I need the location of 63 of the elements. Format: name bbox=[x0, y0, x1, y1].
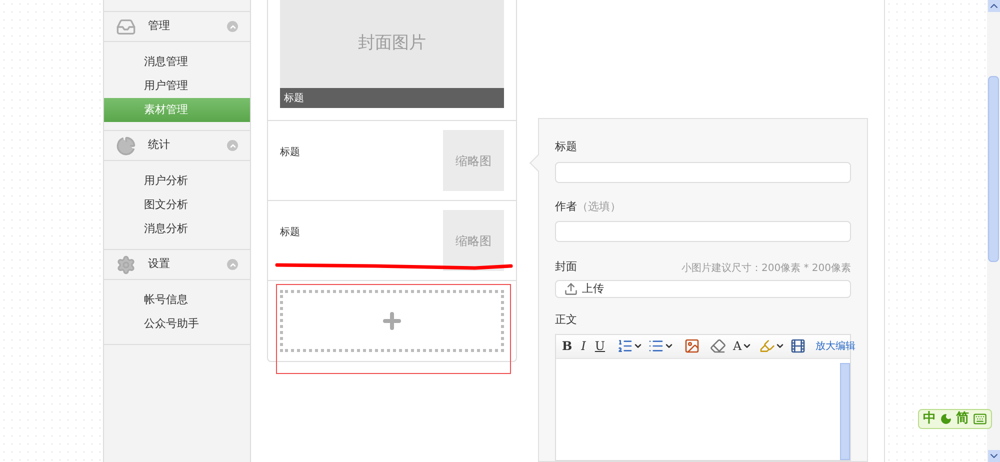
menu-item[interactable]: 用户分析 bbox=[104, 169, 250, 193]
section-title: 设置 bbox=[148, 256, 171, 272]
eraser-icon bbox=[710, 338, 726, 354]
article-title: 标题 bbox=[280, 146, 300, 160]
format-button[interactable]: A bbox=[731, 337, 754, 355]
title-field[interactable] bbox=[555, 162, 851, 182]
highlighter-icon bbox=[758, 338, 775, 354]
menu-item[interactable]: 图文分析 bbox=[104, 193, 250, 217]
article-row[interactable]: 标题 缩略图 bbox=[268, 201, 516, 281]
collapse-icon[interactable] bbox=[227, 140, 238, 151]
toolbar-button[interactable] bbox=[684, 338, 700, 354]
caret-icon bbox=[633, 341, 644, 351]
scroll-up-icon[interactable] bbox=[988, 0, 1000, 12]
thumbnail-placeholder: 缩略图 bbox=[443, 130, 504, 191]
pie-chart-icon bbox=[116, 136, 136, 156]
bullet-list-icon bbox=[648, 338, 664, 354]
toolbar-button[interactable] bbox=[648, 338, 674, 354]
author-field[interactable] bbox=[555, 221, 851, 242]
gear-icon bbox=[116, 254, 136, 274]
toolbar-button[interactable] bbox=[617, 338, 644, 354]
keyboard-icon[interactable] bbox=[973, 412, 987, 426]
optional-hint: （选填） bbox=[577, 200, 621, 212]
plus-icon bbox=[380, 309, 404, 333]
caret-icon bbox=[742, 341, 752, 351]
article-row[interactable]: 标题 缩略图 bbox=[268, 121, 516, 201]
inbox-icon bbox=[116, 16, 136, 36]
thumbnail-placeholder: 缩略图 bbox=[443, 210, 504, 271]
menu-item[interactable]: 用户管理 bbox=[104, 74, 250, 98]
editor-scrollbar[interactable] bbox=[840, 362, 850, 460]
film-icon bbox=[790, 338, 806, 354]
menu-item[interactable]: 消息管理 bbox=[104, 50, 250, 74]
article-title: 标题 bbox=[280, 226, 300, 240]
field-label: 标题 bbox=[555, 139, 578, 155]
expand-editor-link[interactable]: 放大编辑 bbox=[816, 338, 856, 354]
menu-item[interactable]: 公众号助手 bbox=[104, 312, 250, 336]
format-button[interactable]: B bbox=[560, 337, 574, 355]
collapse-icon[interactable] bbox=[227, 21, 238, 32]
section-title: 统计 bbox=[148, 137, 171, 154]
add-article-button[interactable] bbox=[280, 290, 504, 352]
collapse-icon[interactable] bbox=[227, 259, 238, 270]
menu-item[interactable]: 帐号信息 bbox=[104, 288, 250, 312]
moon-icon[interactable] bbox=[940, 413, 952, 425]
caret-icon bbox=[774, 341, 785, 351]
field-label: 正文 bbox=[555, 312, 578, 328]
cover-title: 标题 bbox=[280, 88, 504, 108]
toolbar-button[interactable] bbox=[710, 338, 726, 354]
size-hint: 小图片建议尺寸：200像素 * 200像素 bbox=[681, 262, 851, 276]
image-icon bbox=[684, 338, 700, 354]
format-button[interactable]: U bbox=[592, 337, 608, 355]
numbered-list-icon bbox=[617, 338, 634, 354]
scroll-thumb[interactable] bbox=[988, 76, 999, 262]
scroll-down-icon[interactable] bbox=[988, 450, 1000, 462]
upload-icon bbox=[564, 282, 578, 296]
menu-item[interactable]: 消息分析 bbox=[104, 217, 250, 241]
caret-icon bbox=[664, 341, 674, 351]
field-label: 作者（选填） bbox=[555, 198, 622, 214]
page-scrollbar[interactable] bbox=[987, 0, 1000, 462]
toolbar-button[interactable] bbox=[758, 338, 785, 354]
upload-button[interactable]: 上传 bbox=[555, 280, 851, 298]
format-button[interactable]: I bbox=[579, 337, 588, 355]
field-label: 封面 bbox=[555, 259, 577, 275]
section-title: 管理 bbox=[148, 18, 171, 34]
toolbar-button[interactable] bbox=[790, 338, 806, 354]
